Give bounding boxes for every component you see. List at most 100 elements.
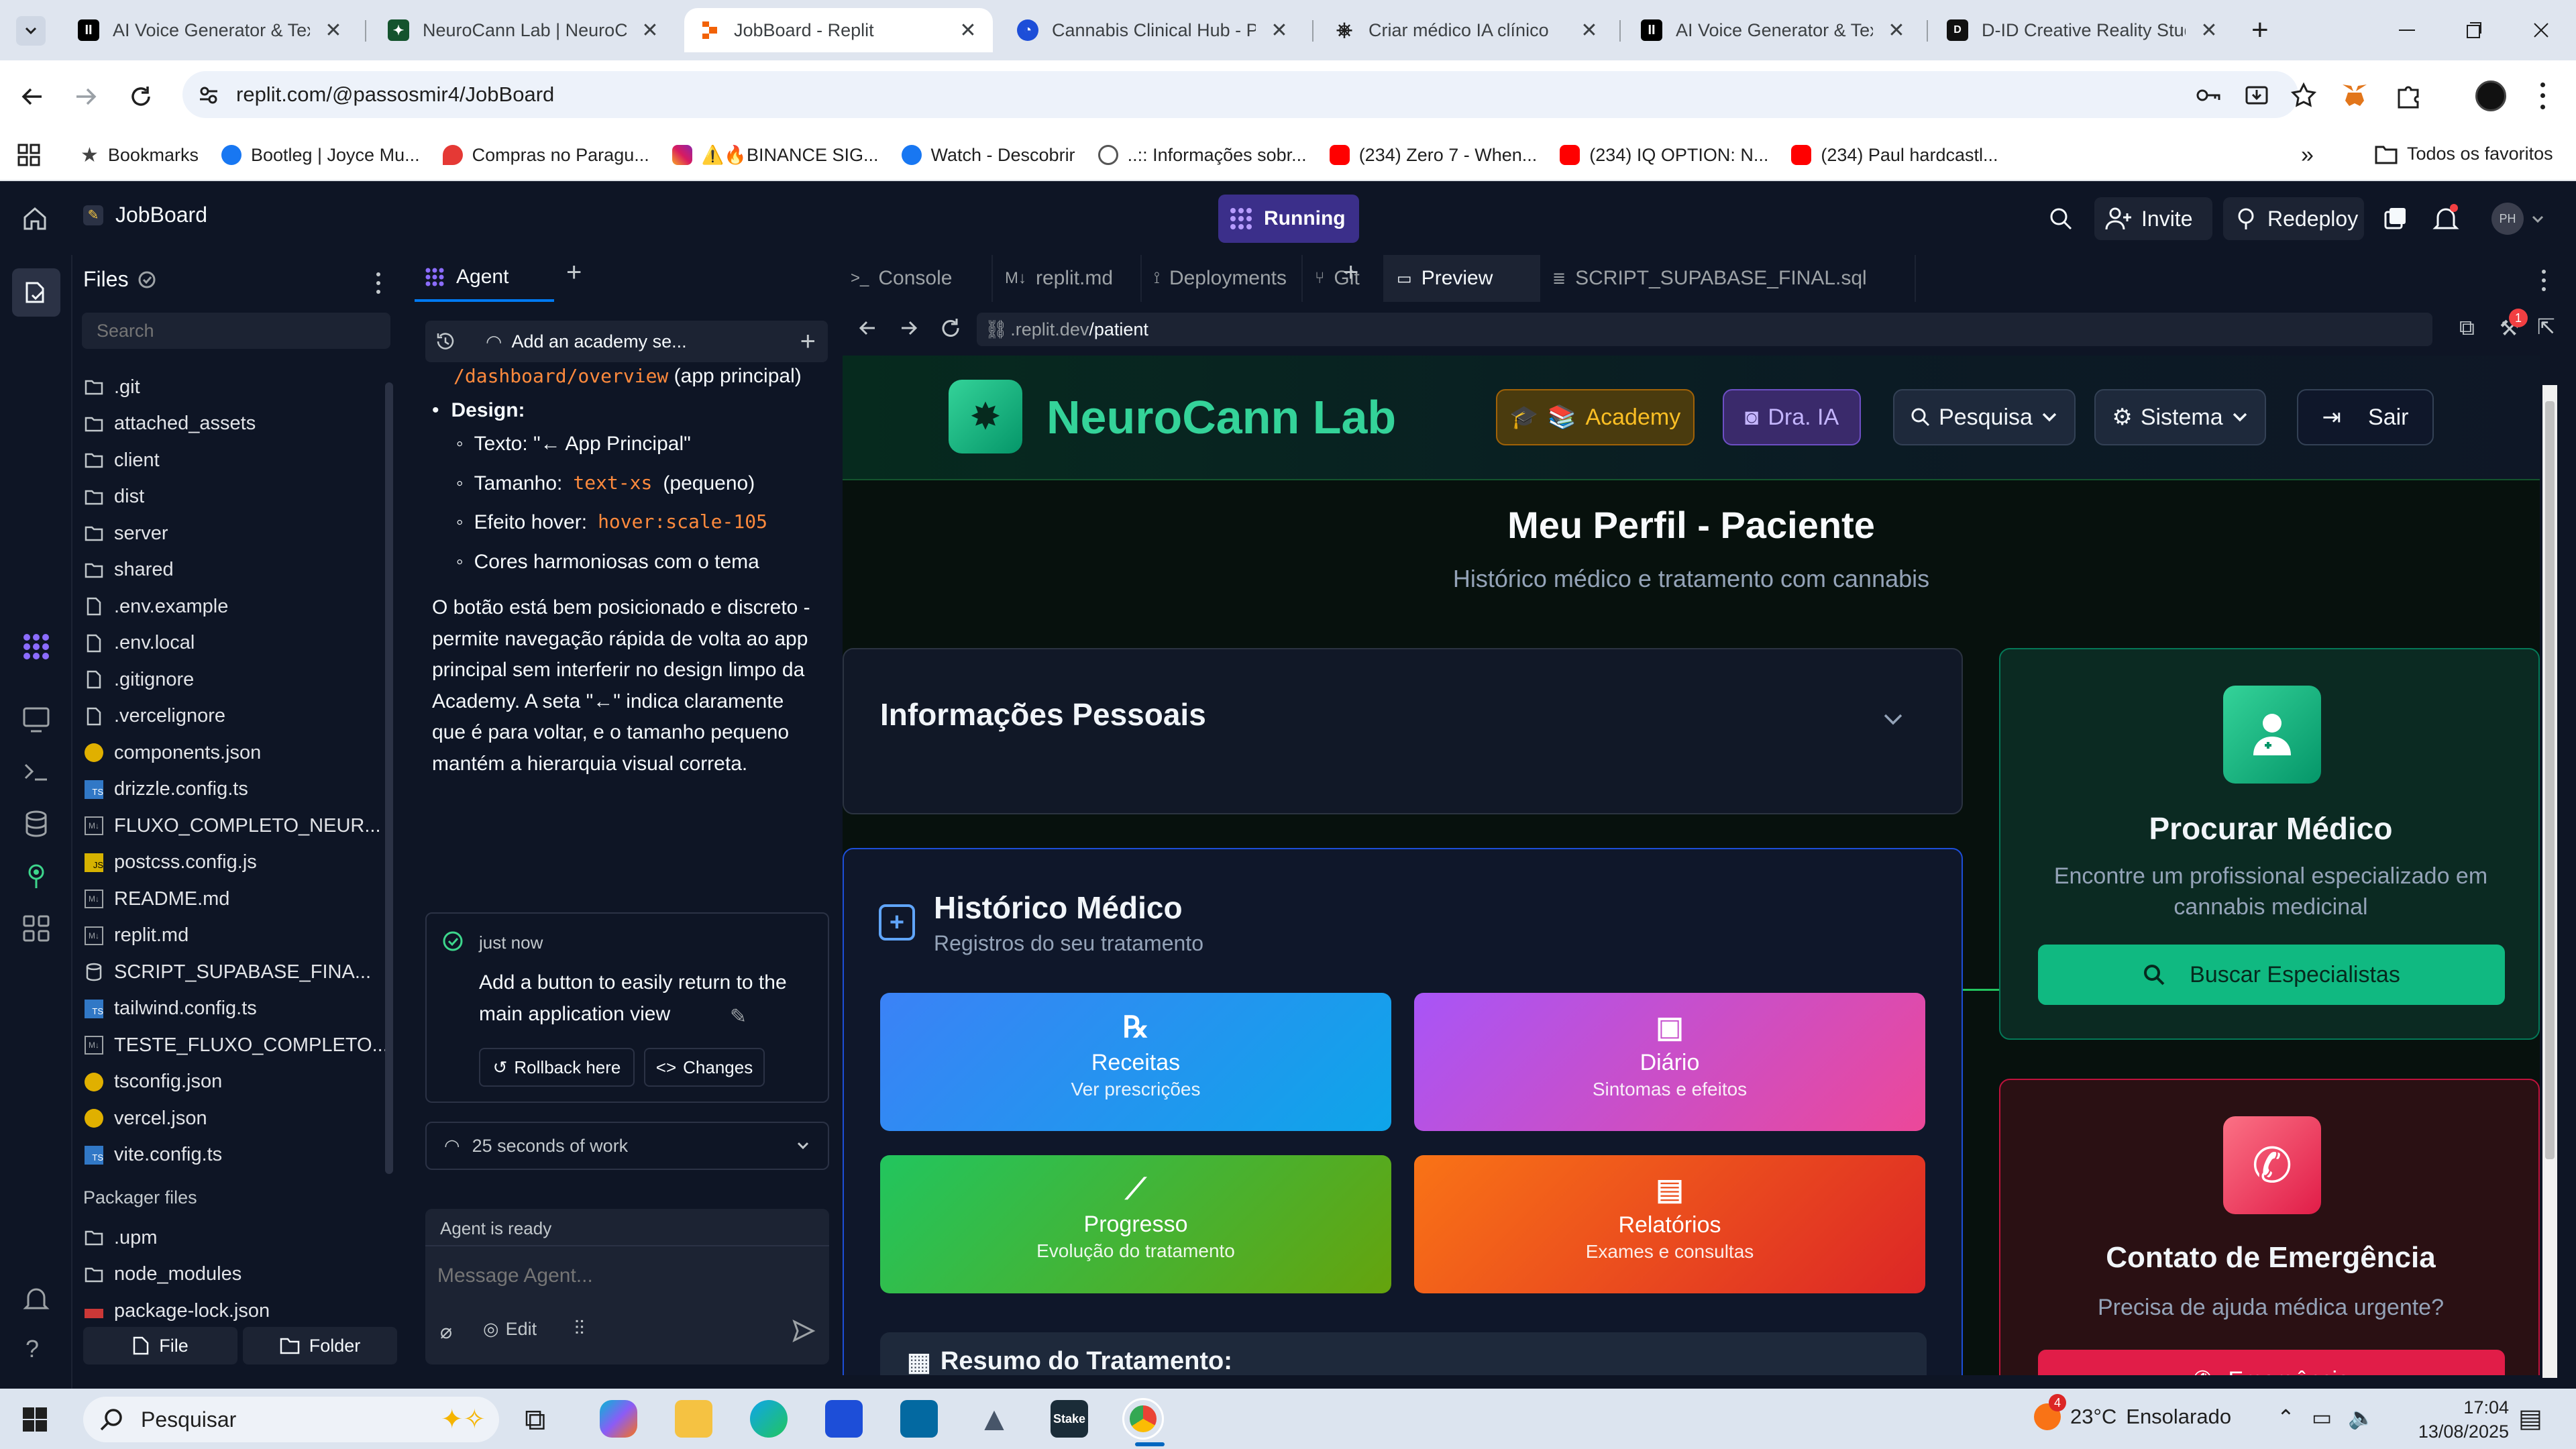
pane-menu-icon[interactable] <box>2538 267 2549 294</box>
file-search-input[interactable] <box>82 313 390 349</box>
message-agent-input[interactable] <box>437 1257 813 1295</box>
preview-monitor-icon[interactable] <box>20 703 52 735</box>
brand-logo-icon[interactable]: ✸ <box>949 380 1022 453</box>
bookmark-star-icon[interactable] <box>2290 82 2317 109</box>
invite-button[interactable]: Invite <box>2094 197 2212 240</box>
tile-relatorios[interactable]: ▤ Relatórios Exames e consultas <box>1414 1155 1925 1293</box>
close-icon[interactable]: ✕ <box>958 19 978 42</box>
browser-tab[interactable]: ⎈ Criar médico IA clínico ✕ <box>1319 8 1614 52</box>
file-item[interactable]: M↓ FLUXO_COMPLETO_NEUR... <box>85 809 381 843</box>
thread-title[interactable]: Add an academy se... <box>511 331 686 352</box>
help-icon[interactable]: ? <box>25 1335 39 1363</box>
nav-sistema-dropdown[interactable]: ⚙ Sistema <box>2094 389 2266 445</box>
preview-scrollbar[interactable] <box>2542 385 2557 1378</box>
database-icon[interactable] <box>20 808 52 840</box>
bookmark-item[interactable]: (234) Paul hardcastl... <box>1791 145 1998 166</box>
task-view-icon[interactable]: ⧉ <box>525 1403 545 1437</box>
extensions-icon[interactable] <box>2394 80 2423 110</box>
copilot-icon[interactable] <box>600 1400 637 1438</box>
tab-search-button[interactable] <box>16 16 46 46</box>
file-explorer-icon[interactable] <box>675 1400 712 1438</box>
edge-icon[interactable] <box>750 1400 788 1438</box>
bookmark-item[interactable]: Compras no Paragu... <box>442 145 649 166</box>
close-icon[interactable]: ✕ <box>2199 19 2219 42</box>
file-item[interactable]: M↓ TESTE_FLUXO_COMPLETO... <box>85 1028 388 1062</box>
back-icon[interactable] <box>856 317 879 339</box>
history-icon[interactable] <box>435 331 456 352</box>
files-rail-button[interactable] <box>12 268 60 317</box>
close-icon[interactable]: ✕ <box>1886 19 1907 42</box>
file-item[interactable]: JS postcss.config.js <box>85 846 257 879</box>
scrollbar[interactable] <box>385 382 393 1174</box>
install-app-icon[interactable] <box>2243 82 2270 109</box>
search-specialists-button[interactable]: Buscar Especialistas <box>2038 945 2505 1005</box>
search-icon[interactable] <box>2047 205 2074 232</box>
folder-item[interactable]: node_modules <box>85 1258 241 1291</box>
file-item[interactable]: TS drizzle.config.ts <box>85 773 248 806</box>
rollback-button[interactable]: ↺ Rollback here <box>479 1048 635 1087</box>
run-status-button[interactable]: Running <box>1218 195 1359 243</box>
files-menu-icon[interactable] <box>373 270 384 297</box>
settings-sliders-icon[interactable]: ⫶⫶ <box>574 1318 584 1340</box>
folder-item[interactable]: server <box>85 517 168 550</box>
minimize-button[interactable] <box>2394 13 2420 47</box>
open-new-window-icon[interactable]: ⇱ <box>2537 314 2555 339</box>
new-tab-button[interactable]: + <box>2251 13 2269 47</box>
new-tab-button[interactable]: + <box>566 258 582 288</box>
folder-item[interactable]: client <box>85 443 160 477</box>
personal-info-accordion[interactable]: Informações Pessoais <box>843 648 1963 814</box>
deployments-icon[interactable] <box>20 860 52 892</box>
outlook-icon[interactable] <box>900 1400 938 1438</box>
close-icon[interactable]: ✕ <box>640 19 660 42</box>
weather-widget[interactable]: 4 23°C Ensolarado <box>2034 1394 2231 1430</box>
notification-center-icon[interactable]: ▤ <box>2518 1403 2542 1434</box>
close-window-button[interactable] <box>2528 13 2555 47</box>
bookmark-item[interactable]: Bootleg | Joyce Mu... <box>221 145 420 166</box>
new-thread-button[interactable]: + <box>800 327 816 357</box>
app-icon[interactable]: ▲ <box>975 1400 1013 1438</box>
file-item[interactable]: M↓ replit.md <box>85 919 189 953</box>
bookmark-item[interactable]: ⚠️🔥BINANCE SIG... <box>672 144 879 166</box>
browser-tab[interactable]: II AI Voice Generator & Text ✕ <box>1626 8 1921 52</box>
browser-tab[interactable]: ◔ Cannabis Clinical Hub - Pl ✕ <box>1002 8 1304 52</box>
tile-diario[interactable]: ▣ Diário Sintomas e efeitos <box>1414 993 1925 1131</box>
emergency-button[interactable]: ✆Emergência <box>2038 1350 2505 1375</box>
tile-progresso[interactable]: ⟋ Progresso Evolução do tratamento <box>880 1155 1391 1293</box>
nav-sair-button[interactable]: ⇥ Sair <box>2297 389 2434 445</box>
file-item[interactable]: package-lock.json <box>85 1294 270 1328</box>
nav-dra-ia-button[interactable]: ◙ Dra. IA <box>1723 389 1861 445</box>
bookmark-item[interactable]: Watch - Descobrir <box>901 145 1075 166</box>
tab-preview[interactable]: ▭ Preview <box>1385 255 1540 302</box>
forward-icon[interactable] <box>898 317 920 339</box>
file-item[interactable]: TS vite.config.ts <box>85 1138 222 1172</box>
file-item[interactable]: SCRIPT_SUPABASE_FINA... <box>85 955 371 989</box>
forward-icon[interactable] <box>72 83 99 110</box>
reload-icon[interactable] <box>127 83 154 110</box>
notification-bell-icon[interactable] <box>2432 204 2459 233</box>
add-file-button[interactable]: File <box>83 1327 237 1364</box>
agent-icon[interactable] <box>20 631 52 663</box>
file-item[interactable]: .vercelignore <box>85 700 225 733</box>
work-summary-row[interactable]: ◠ 25 seconds of work <box>425 1122 829 1170</box>
home-icon[interactable] <box>21 205 48 232</box>
clock[interactable]: 17:04 13/08/2025 <box>2402 1395 2509 1444</box>
tray-chevron-up-icon[interactable]: ⌃ <box>2277 1405 2295 1430</box>
redeploy-button[interactable]: Redeploy <box>2223 197 2364 240</box>
bookmark-item[interactable]: ★ Bookmarks <box>80 144 199 167</box>
password-key-icon[interactable] <box>2195 83 2222 107</box>
file-item[interactable]: .env.local <box>85 627 195 660</box>
tab-script-supabase-final-sql[interactable]: ≣ SCRIPT_SUPABASE_FINAL.sql <box>1540 255 1916 302</box>
folder-item[interactable]: .upm <box>85 1221 157 1254</box>
tab-agent[interactable]: Agent <box>415 255 554 302</box>
changes-button[interactable]: <> Changes <box>644 1048 765 1087</box>
folder-item[interactable]: dist <box>85 480 144 514</box>
taskbar-search[interactable]: Pesquisar ✦✧ <box>83 1397 499 1442</box>
bookmark-item[interactable]: ..:: Informações sobr... <box>1097 145 1307 166</box>
file-item[interactable]: tsconfig.json <box>85 1065 222 1099</box>
folder-item[interactable]: attached_assets <box>85 407 256 441</box>
store-icon[interactable] <box>825 1400 863 1438</box>
menu-kebab-icon[interactable] <box>2536 79 2549 113</box>
file-item[interactable]: vercel.json <box>85 1102 207 1135</box>
browser-tab[interactable]: II AI Voice Generator & Text ✕ <box>63 8 358 52</box>
metamask-icon[interactable] <box>2340 80 2369 110</box>
